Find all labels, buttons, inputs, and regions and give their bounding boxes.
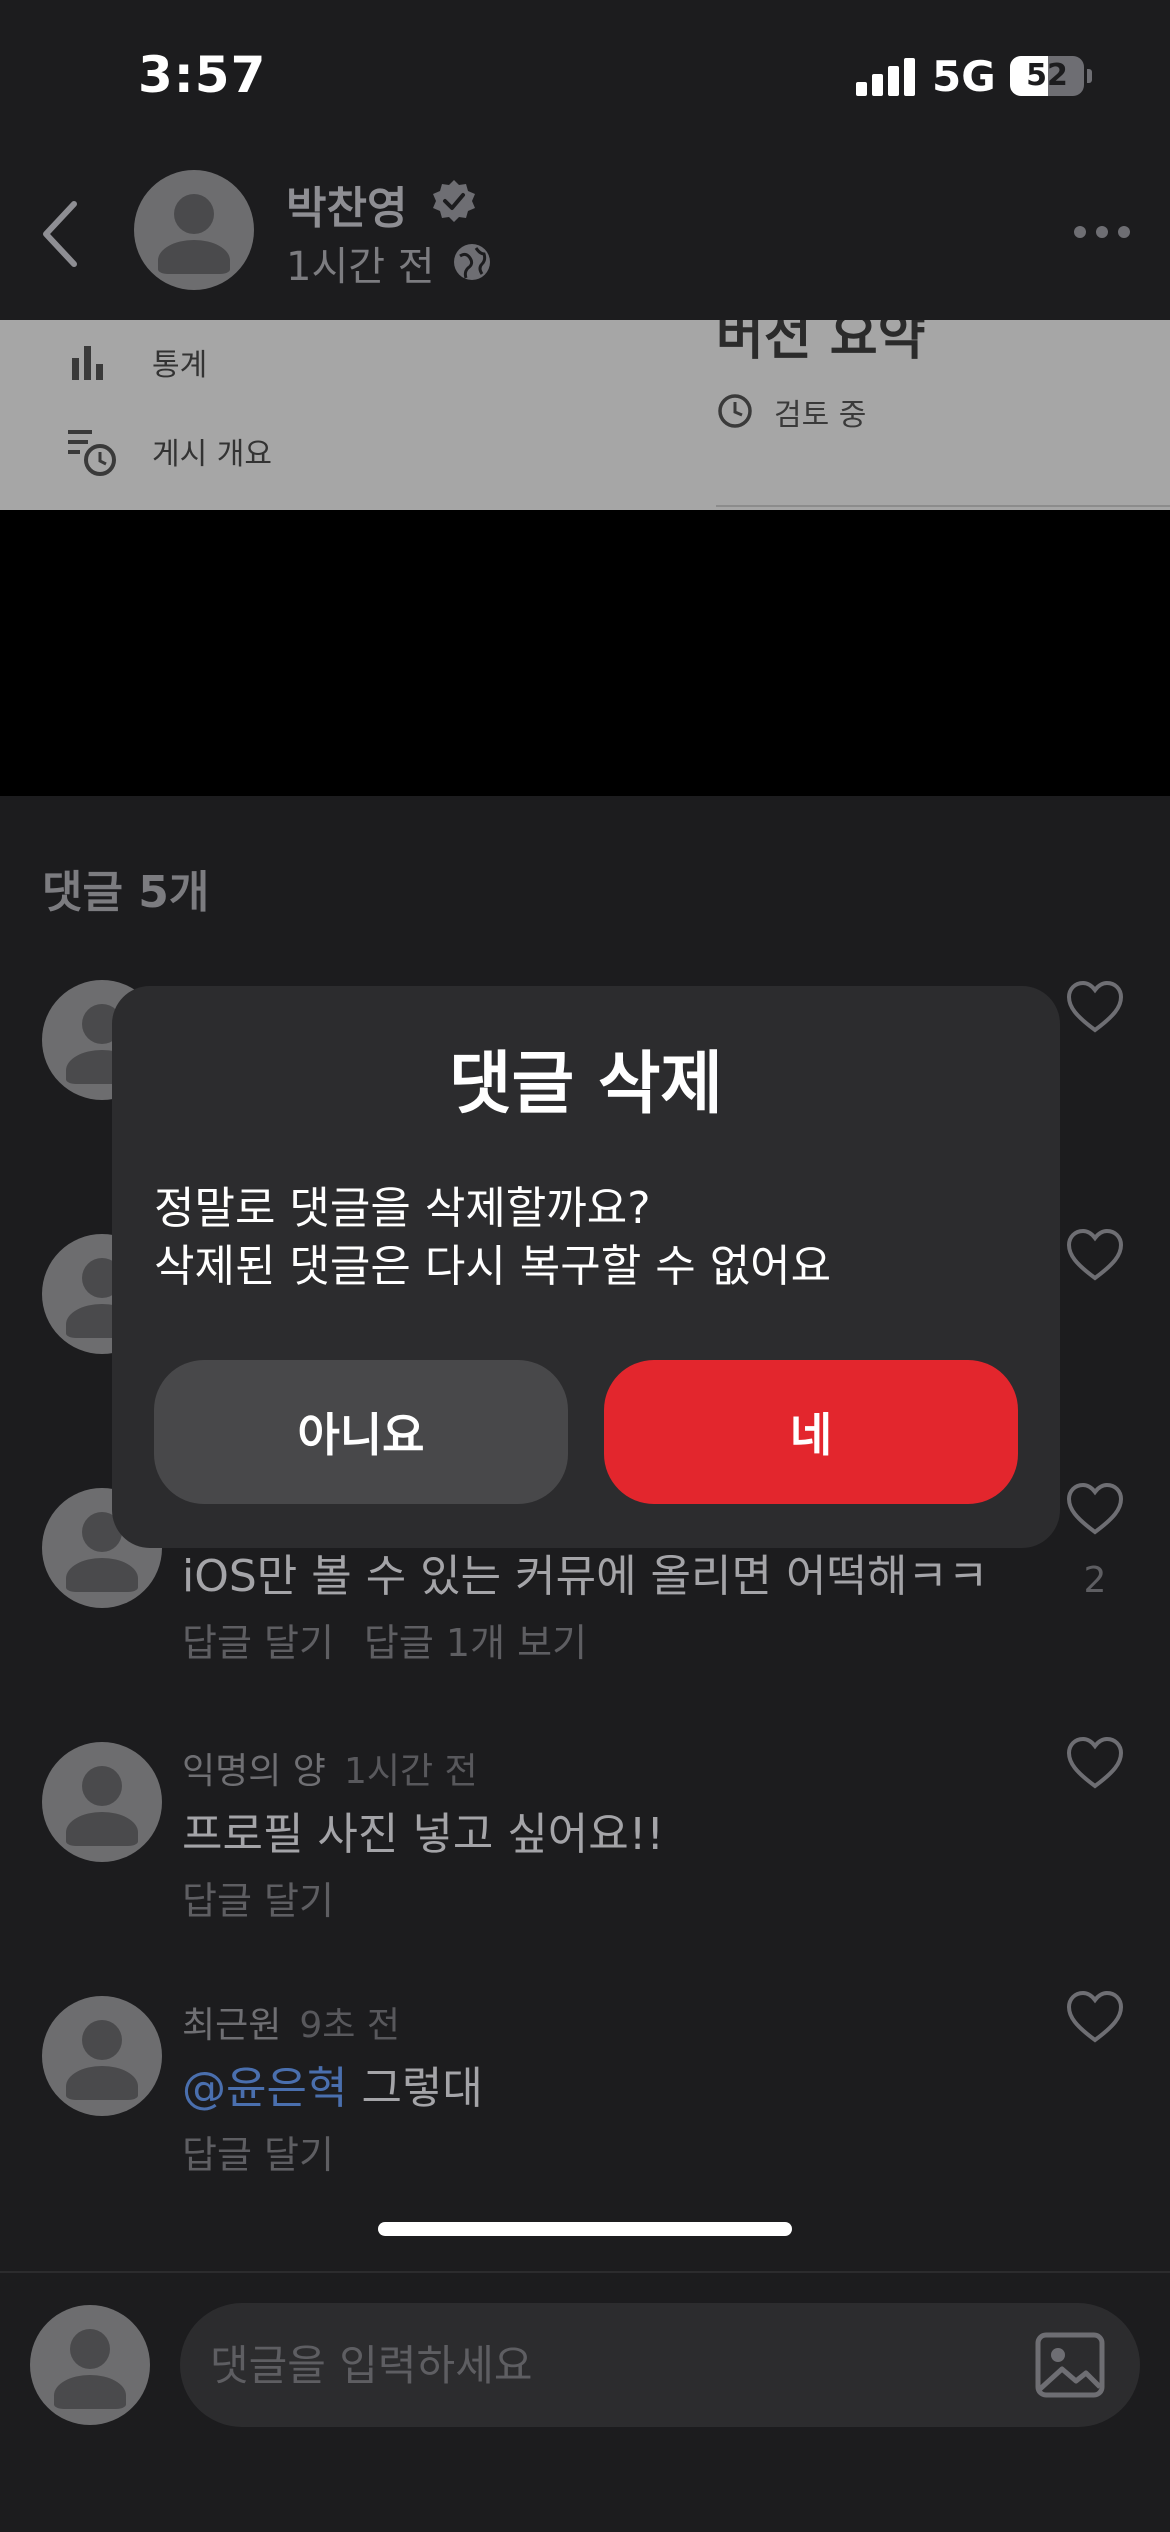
commenter-name: 익명의 양 1시간 전 <box>182 1742 478 1794</box>
comment-actions: 답글 달기 <box>182 2124 334 2179</box>
globe-icon <box>454 244 490 280</box>
commenter-name-text[interactable]: 익명의 양 <box>182 1751 326 1792</box>
commenter-name-text[interactable]: 최근원 <box>182 2005 281 2046</box>
comment-item: 익명의 양 1시간 전 프로필 사진 넣고 싶어요!! 답글 달기 <box>0 1736 1170 1992</box>
media-menu-label: 게시 개요 <box>152 437 272 472</box>
battery-level: 52 <box>1026 58 1068 93</box>
heart-icon[interactable] <box>1066 1736 1124 1790</box>
avatar[interactable] <box>42 1742 162 1862</box>
back-button[interactable] <box>34 194 94 274</box>
comment-time: 1시간 전 <box>343 1751 478 1792</box>
battery-icon: 52 <box>1010 56 1084 96</box>
commenter-name: 최근원 9초 전 <box>182 1996 400 2048</box>
comment-actions: 답글 달기 <box>182 1870 334 1925</box>
comment-body: 그렇대 <box>361 2063 483 2114</box>
comment-input-container <box>180 2303 1140 2427</box>
comment-input-bar <box>0 2271 1170 2532</box>
media-divider <box>716 505 1170 507</box>
reply-button[interactable]: 답글 달기 <box>182 2133 334 2177</box>
heart-icon[interactable] <box>1066 1482 1124 1536</box>
post-time: 1시간 전 <box>286 244 435 290</box>
screen: 3:57 5G 52 박찬영 1시간 전 통계 게시 개요 버전 요약 검토 중… <box>0 0 1170 2532</box>
comment-input[interactable] <box>210 2303 990 2427</box>
image-icon[interactable] <box>1032 2327 1108 2403</box>
comments-count: 댓글 5개 <box>42 867 210 918</box>
comment-text: @윤은혁 그렇대 <box>182 2052 483 2116</box>
status-bar: 3:57 5G 52 <box>0 0 1170 150</box>
media-title: 버전 요약 <box>716 320 926 367</box>
like-count: 2 <box>1083 1560 1107 1601</box>
cellular-signal-icon <box>856 58 916 96</box>
post-image[interactable]: 통계 게시 개요 버전 요약 검토 중 <box>0 320 1170 510</box>
avatar[interactable] <box>42 1996 162 2116</box>
author-name[interactable]: 박찬영 <box>286 172 407 236</box>
status-time: 3:57 <box>138 46 267 104</box>
comment-text: 프로필 사진 넣고 싶어요!! <box>182 1809 665 1860</box>
post-header: 박찬영 1시간 전 <box>0 150 1170 320</box>
mention-link[interactable]: @윤은혁 <box>182 2063 347 2114</box>
delete-comment-dialog: 댓글 삭제 정말로 댓글을 삭제할까요? 삭제된 댓글은 다시 복구할 수 없어… <box>112 986 1060 1548</box>
chevron-left-icon <box>43 201 77 267</box>
comment-actions: 답글 달기 답글 1개 보기 <box>182 1612 587 1667</box>
comment-text: iOS만 볼 수 있는 커뮤에 올리면 어떡해ㅋㅋ <box>182 1551 989 1602</box>
comment-time: 9초 전 <box>299 2005 400 2046</box>
view-replies-button[interactable]: 답글 1개 보기 <box>364 1621 587 1665</box>
media-menu-label: 통계 <box>152 348 208 383</box>
clock-icon <box>718 394 752 428</box>
network-type: 5G <box>932 52 996 101</box>
cancel-button[interactable]: 아니요 <box>154 1360 568 1504</box>
more-options-button[interactable] <box>1074 216 1134 246</box>
verified-badge-icon <box>433 180 475 222</box>
post-image-blank <box>0 510 1170 796</box>
bar-chart-icon <box>72 346 103 380</box>
my-avatar <box>30 2305 150 2425</box>
reply-button[interactable]: 답글 달기 <box>182 1621 334 1665</box>
home-indicator[interactable] <box>378 2222 792 2236</box>
dialog-message: 정말로 댓글을 삭제할까요? 삭제된 댓글은 다시 복구할 수 없어요 <box>154 1180 831 1296</box>
battery-cap <box>1087 69 1092 83</box>
media-status: 검토 중 <box>774 398 867 433</box>
heart-icon[interactable] <box>1066 1228 1124 1282</box>
dialog-title: 댓글 삭제 <box>449 1045 723 1124</box>
author-avatar[interactable] <box>134 170 254 290</box>
heart-icon[interactable] <box>1066 1990 1124 2044</box>
media-menu-item: 게시 개요 <box>66 424 272 478</box>
media-menu-item: 통계 <box>66 340 207 384</box>
confirm-delete-button[interactable]: 네 <box>604 1360 1018 1504</box>
heart-icon[interactable] <box>1066 980 1124 1034</box>
reply-button[interactable]: 답글 달기 <box>182 1879 334 1923</box>
list-clock-icon <box>68 430 116 476</box>
dialog-message-line: 삭제된 댓글은 다시 복구할 수 없어요 <box>154 1241 832 1292</box>
dialog-message-line: 정말로 댓글을 삭제할까요? <box>154 1183 651 1234</box>
comment-item: 최근원 9초 전 @윤은혁 그렇대 답글 달기 <box>0 1990 1170 2246</box>
